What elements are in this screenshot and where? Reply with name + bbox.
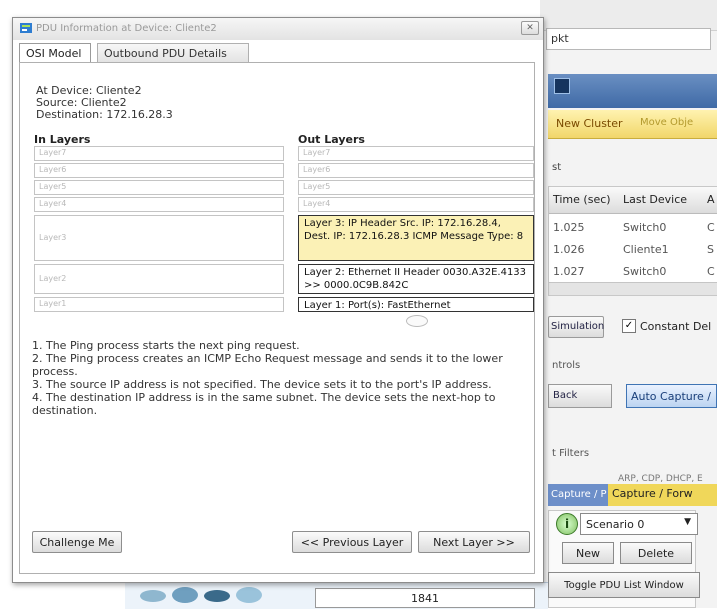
port-connector-icon [406,315,428,327]
cell-at-device: S [707,243,714,256]
in-layer-1[interactable]: Layer1 [34,297,284,312]
pdu-info-dialog: PDU Information at Device: Cliente2 ✕ OS… [12,17,544,583]
background-top-input[interactable]: pkt [546,28,711,50]
device-icon[interactable] [172,587,198,603]
out-layer-5[interactable]: Layer5 [298,180,534,195]
cell-time: 1.026 [553,243,585,256]
capture-tab[interactable]: Capture / P [548,484,608,506]
osi-model-panel: At Device: Cliente2 Source: Cliente2 Des… [19,62,535,574]
delete-scenario-button[interactable]: Delete [620,542,692,564]
step-3: 3. The source IP address is not specifie… [32,378,492,391]
scenario-select[interactable]: Scenario 0 ▼ [580,513,698,535]
col-header-at-device[interactable]: A [707,193,715,206]
constant-delay-checkbox[interactable]: ✓ [622,319,636,333]
dialog-title: PDU Information at Device: Cliente2 [36,23,217,34]
simulation-button[interactable]: Simulation [548,316,604,338]
back-button[interactable]: Back [548,384,612,408]
out-layer-3[interactable]: Layer 3: IP Header Src. IP: 172.16.28.4,… [298,215,534,261]
out-layer-7[interactable]: Layer7 [298,146,534,161]
chevron-down-icon: ▼ [684,517,691,527]
out-layer-4[interactable]: Layer4 [298,197,534,212]
cluster-icon[interactable] [554,78,570,94]
destination-line: Destination: 172.16.28.3 [36,108,173,121]
tab-outbound-pdu-details[interactable]: Outbound PDU Details [97,43,249,63]
cell-time: 1.027 [553,265,585,278]
close-button[interactable]: ✕ [521,21,539,35]
out-layer-2[interactable]: Layer 2: Ethernet II Header 0030.A32E.41… [298,264,534,294]
in-layer-7[interactable]: Layer7 [34,146,284,161]
info-icon[interactable]: i [556,513,578,535]
toggle-pdu-list-button[interactable]: Toggle PDU List Window [548,572,700,598]
out-layer-6[interactable]: Layer6 [298,163,534,178]
event-list-label: st [552,162,562,173]
in-layer-4[interactable]: Layer4 [34,197,284,212]
event-filters-label: t Filters [552,448,590,459]
in-layer-6[interactable]: Layer6 [34,163,284,178]
capture-forward-label[interactable]: Capture / Forw [612,487,693,500]
dialog-titlebar[interactable]: PDU Information at Device: Cliente2 ✕ [13,18,543,40]
device-model-field[interactable]: 1841 [315,588,535,608]
device-icon[interactable] [236,587,262,603]
table-row[interactable]: 1.026 Cliente1 S [549,239,717,261]
constant-delay-label: Constant Del [640,320,712,333]
in-layer-2[interactable]: Layer2 [34,264,284,294]
table-row[interactable]: 1.025 Switch0 C [549,217,717,239]
background-blue-toolbar [548,74,717,108]
challenge-me-button[interactable]: Challenge Me [32,531,122,553]
device-icon[interactable] [140,590,166,602]
step-1: 1. The Ping process starts the next ping… [32,339,300,352]
cell-last-device: Switch0 [623,221,667,234]
cell-last-device: Cliente1 [623,243,669,256]
scenario-select-value: Scenario 0 [586,518,645,531]
packet-icon [20,23,32,33]
in-layer-5[interactable]: Layer5 [34,180,284,195]
in-layer-3[interactable]: Layer3 [34,215,284,261]
cell-at-device: C [707,265,715,278]
in-layers-heading: In Layers [34,133,91,146]
event-list-header: Time (sec) Last Device A [549,187,717,214]
col-header-time[interactable]: Time (sec) [553,193,611,206]
device-icons[interactable] [140,584,300,606]
auto-capture-button[interactable]: Auto Capture / [626,384,717,408]
step-2: 2. The Ping process creates an ICMP Echo… [32,352,503,378]
play-controls-label: ntrols [552,360,581,371]
event-list-table: Time (sec) Last Device A 1.025 Switch0 C… [548,186,717,296]
out-layers-heading: Out Layers [298,133,365,146]
cell-time: 1.025 [553,221,585,234]
col-header-last-device[interactable]: Last Device [623,193,687,206]
step-4: 4. The destination IP address is in the … [32,391,496,417]
next-layer-button[interactable]: Next Layer >> [418,531,530,553]
move-object-button[interactable]: Move Obje [640,117,693,128]
background-topbar [540,0,717,31]
out-layer-1[interactable]: Layer 1: Port(s): FastEthernet [298,297,534,312]
process-steps: 1. The Ping process starts the next ping… [32,339,532,417]
previous-layer-button[interactable]: << Previous Layer [292,531,412,553]
cell-last-device: Switch0 [623,265,667,278]
table-row[interactable]: 1.027 Switch0 C [549,261,717,283]
horizontal-scrollbar[interactable] [549,282,717,295]
new-cluster-button[interactable]: New Cluster [556,117,623,130]
cluster-bar: New Cluster Move Obje [548,110,717,139]
filters-protocol-list: ARP, CDP, DHCP, E [618,474,703,484]
cell-at-device: C [707,221,715,234]
tab-osi-model[interactable]: OSI Model [19,43,91,63]
device-icon[interactable] [204,590,230,602]
new-scenario-button[interactable]: New [562,542,614,564]
